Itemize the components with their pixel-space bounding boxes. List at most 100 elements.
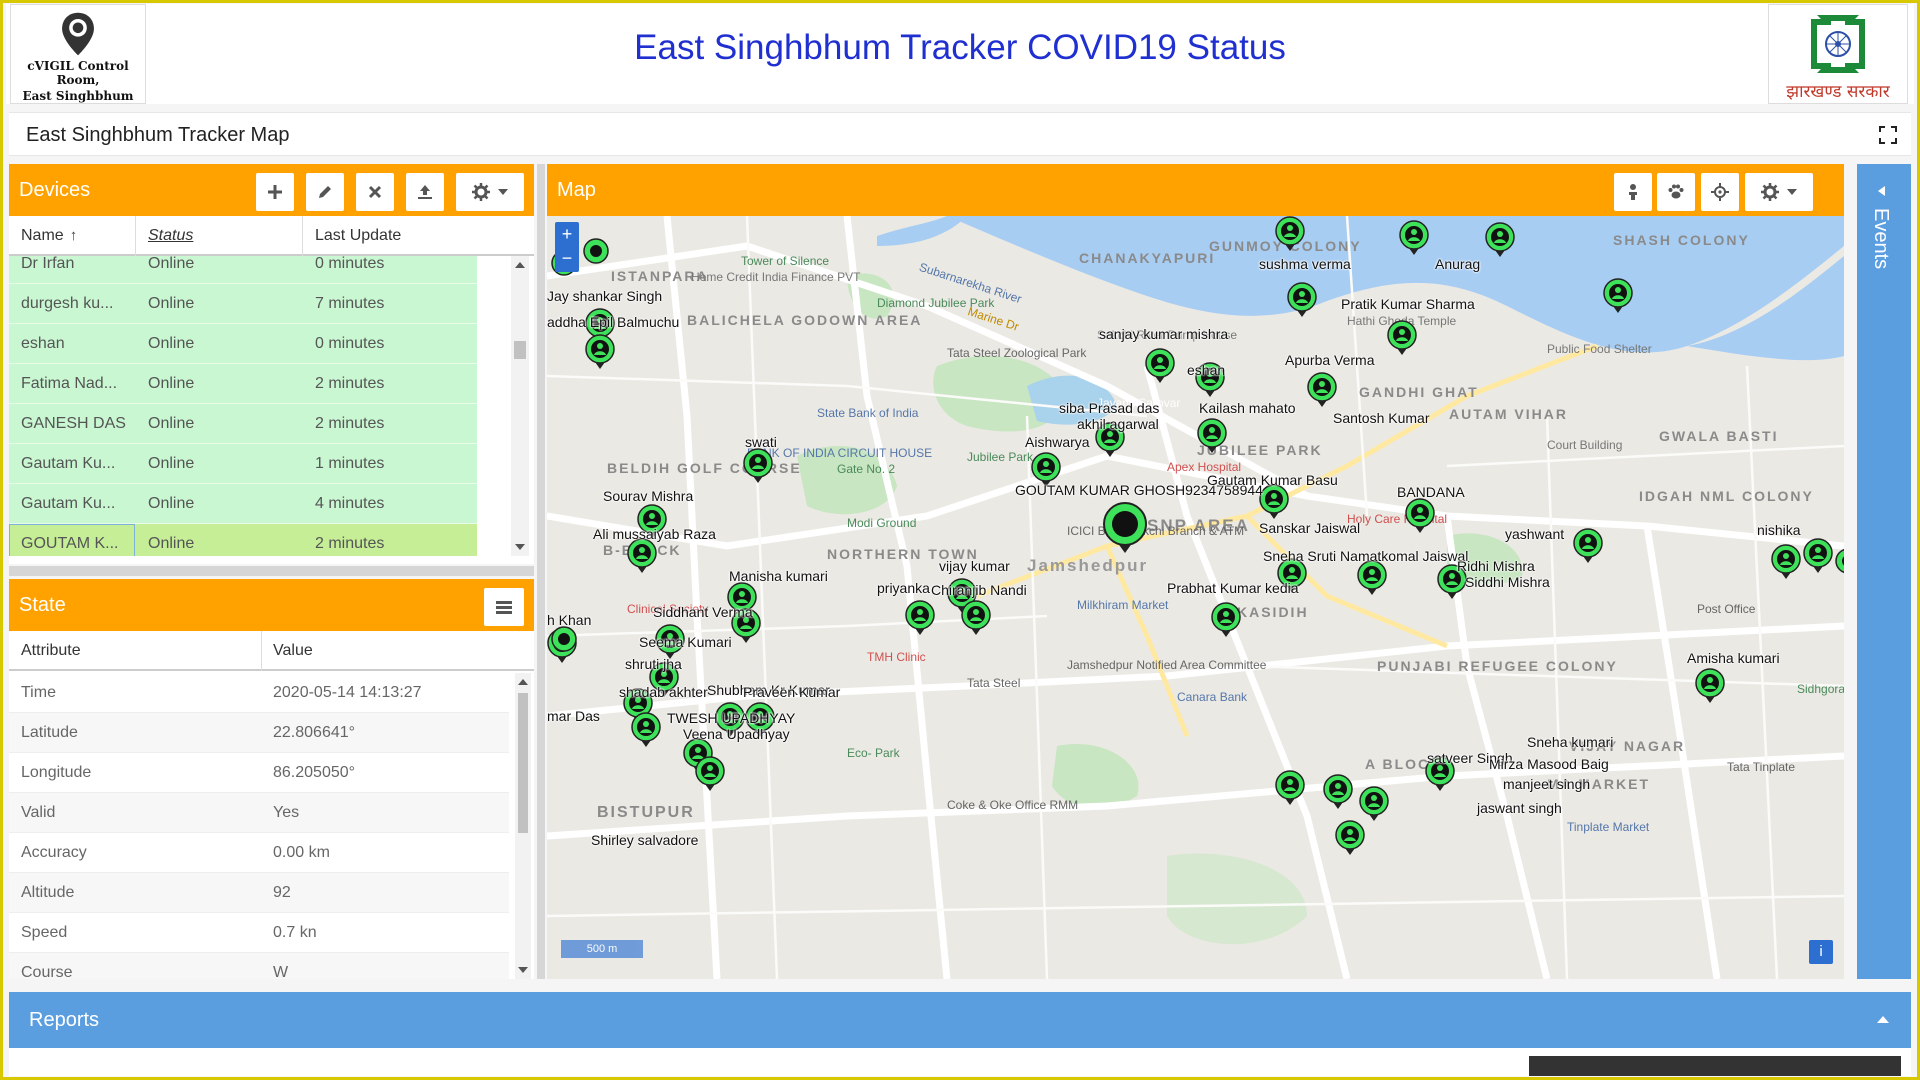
- device-label[interactable]: Sneha Sruti Namatkomal Jaiswal: [1263, 548, 1468, 564]
- device-marker-person-icon[interactable]: [743, 448, 773, 484]
- device-marker-person-icon[interactable]: [1335, 820, 1365, 856]
- device-marker-dot-icon[interactable]: [581, 236, 611, 272]
- device-label[interactable]: Mirza Masood Baig: [1489, 756, 1609, 772]
- scroll-thumb[interactable]: [518, 693, 528, 833]
- device-label[interactable]: vijay kumar: [939, 558, 1010, 574]
- fullscreen-icon[interactable]: [1879, 126, 1897, 144]
- edit-device-button[interactable]: [306, 173, 344, 211]
- device-marker-person-icon[interactable]: [1771, 544, 1801, 580]
- device-marker-person-icon[interactable]: [1603, 278, 1633, 314]
- column-status[interactable]: Status: [148, 227, 193, 245]
- device-label[interactable]: Siddhi Mishra: [1465, 574, 1550, 590]
- device-label[interactable]: addha Epil Balmuchu: [547, 314, 679, 330]
- device-label[interactable]: Chiranjib Nandi: [931, 582, 1027, 598]
- device-label[interactable]: Amisha kumari: [1687, 650, 1780, 666]
- column-attribute[interactable]: Attribute: [21, 642, 81, 660]
- device-row[interactable]: Dr Irfan Online 0 minutes: [9, 256, 477, 284]
- reports-panel[interactable]: Reports: [9, 992, 1911, 1048]
- scroll-down-icon[interactable]: [515, 544, 525, 550]
- device-label[interactable]: Siddhant Verma: [653, 604, 753, 620]
- column-name[interactable]: Name ↑: [21, 227, 77, 245]
- device-label[interactable]: TWESH UPADHYAY: [667, 710, 795, 726]
- device-label[interactable]: eshan: [1187, 362, 1225, 378]
- device-marker-person-icon[interactable]: [585, 334, 615, 370]
- chevron-up-icon[interactable]: [1877, 1016, 1889, 1023]
- device-label[interactable]: shadab akhter: [619, 684, 708, 700]
- locate-button[interactable]: [1701, 173, 1739, 211]
- map-settings-button[interactable]: [1745, 173, 1813, 211]
- device-label[interactable]: Manisha kumari: [729, 568, 828, 584]
- device-label[interactable]: mar Das: [547, 708, 600, 724]
- device-label[interactable]: nishika: [1757, 522, 1801, 538]
- device-label[interactable]: BANDANA: [1397, 484, 1465, 500]
- device-marker-person-icon[interactable]: [1803, 538, 1833, 574]
- state-scrollbar[interactable]: [515, 673, 531, 979]
- map-canvas[interactable]: CHANAKYAPURI GUNMOY COLONY JUBILEE PARK …: [547, 216, 1844, 979]
- device-label[interactable]: Veena Upadhyay: [683, 726, 790, 742]
- device-label[interactable]: priyanka: [877, 580, 930, 596]
- device-label[interactable]: Anurag: [1435, 256, 1480, 272]
- add-device-button[interactable]: [256, 173, 294, 211]
- device-marker-person-icon[interactable]: [1357, 560, 1387, 596]
- device-marker-person-icon[interactable]: [1145, 348, 1175, 384]
- device-label[interactable]: Aishwarya: [1025, 434, 1090, 450]
- column-last-update[interactable]: Last Update: [315, 227, 401, 245]
- device-label[interactable]: Kailash mahato: [1199, 400, 1296, 416]
- device-label[interactable]: yashwant: [1505, 526, 1564, 542]
- scroll-thumb[interactable]: [514, 341, 526, 359]
- device-marker-person-icon[interactable]: [1211, 602, 1241, 638]
- device-label[interactable]: shruti jha: [625, 656, 682, 672]
- map-info-button[interactable]: i: [1809, 940, 1833, 964]
- device-label[interactable]: Pratik Kumar Sharma: [1341, 296, 1475, 312]
- selected-device-marker-icon[interactable]: [1101, 502, 1149, 554]
- device-label[interactable]: swati: [745, 434, 777, 450]
- device-marker-person-icon[interactable]: [961, 600, 991, 636]
- scroll-up-icon[interactable]: [515, 262, 525, 268]
- device-label[interactable]: akhil agarwal: [1077, 416, 1159, 432]
- device-marker-dot-icon[interactable]: [549, 624, 579, 660]
- devices-settings-button[interactable]: [456, 173, 524, 211]
- device-marker-person-icon[interactable]: [1485, 222, 1515, 258]
- device-label[interactable]: h Khan: [547, 612, 591, 628]
- device-label[interactable]: Sourav Mishra: [603, 488, 693, 504]
- device-label[interactable]: Ridhi Mishra: [1457, 558, 1535, 574]
- panel-splitter-vertical[interactable]: [537, 164, 545, 979]
- device-marker-person-icon[interactable]: [1573, 528, 1603, 564]
- device-label[interactable]: sanjay kumar mishra: [1099, 326, 1228, 342]
- zoom-in-button[interactable]: +: [555, 222, 579, 246]
- device-label[interactable]: Apurba Verma: [1285, 352, 1375, 368]
- zoom-out-button[interactable]: −: [555, 246, 579, 270]
- device-row[interactable]: Fatima Nad... Online 2 minutes: [9, 364, 477, 404]
- device-label[interactable]: sushma verma: [1259, 256, 1351, 272]
- device-marker-person-icon[interactable]: [1399, 220, 1429, 256]
- device-label[interactable]: Sneha kumari: [1527, 734, 1613, 750]
- device-marker-person-icon[interactable]: [1307, 372, 1337, 408]
- device-label[interactable]: jaswant singh: [1477, 800, 1562, 816]
- device-marker-person-icon[interactable]: [631, 712, 661, 748]
- device-marker-person-icon[interactable]: [1287, 282, 1317, 318]
- device-label[interactable]: siba Prasad das: [1059, 400, 1159, 416]
- device-row[interactable]: GANESH DAS Online 2 minutes: [9, 404, 477, 444]
- device-label[interactable]: Prabhat Kumar kedia: [1167, 580, 1299, 596]
- state-list-button[interactable]: [484, 588, 524, 626]
- device-label[interactable]: Ali mussaiyab Raza: [593, 526, 716, 542]
- show-person-button[interactable]: [1614, 173, 1652, 211]
- device-marker-person-icon[interactable]: [1387, 320, 1417, 356]
- device-marker-person-icon[interactable]: [1197, 418, 1227, 454]
- device-row-selected[interactable]: GOUTAM K... Online 2 minutes: [9, 524, 477, 556]
- column-value[interactable]: Value: [273, 642, 313, 660]
- scroll-down-icon[interactable]: [518, 967, 528, 973]
- device-marker-person-icon[interactable]: [1275, 770, 1305, 806]
- device-label[interactable]: Praveen Kumar: [743, 684, 840, 700]
- device-marker-person-icon[interactable]: [1695, 668, 1725, 704]
- device-row[interactable]: durgesh ku... Online 7 minutes: [9, 284, 477, 324]
- show-paw-button[interactable]: [1657, 173, 1695, 211]
- chevron-left-icon[interactable]: [1878, 186, 1885, 196]
- device-marker-person-icon[interactable]: [1359, 786, 1389, 822]
- device-marker-person-icon[interactable]: [695, 756, 725, 792]
- device-label[interactable]: Gautam Kumar Basu: [1207, 472, 1338, 488]
- device-label[interactable]: Seema Kumari: [639, 634, 732, 650]
- device-marker-person-icon[interactable]: [1405, 498, 1435, 534]
- device-marker-person-icon[interactable]: [1275, 216, 1305, 252]
- device-marker-person-icon[interactable]: [1259, 484, 1289, 520]
